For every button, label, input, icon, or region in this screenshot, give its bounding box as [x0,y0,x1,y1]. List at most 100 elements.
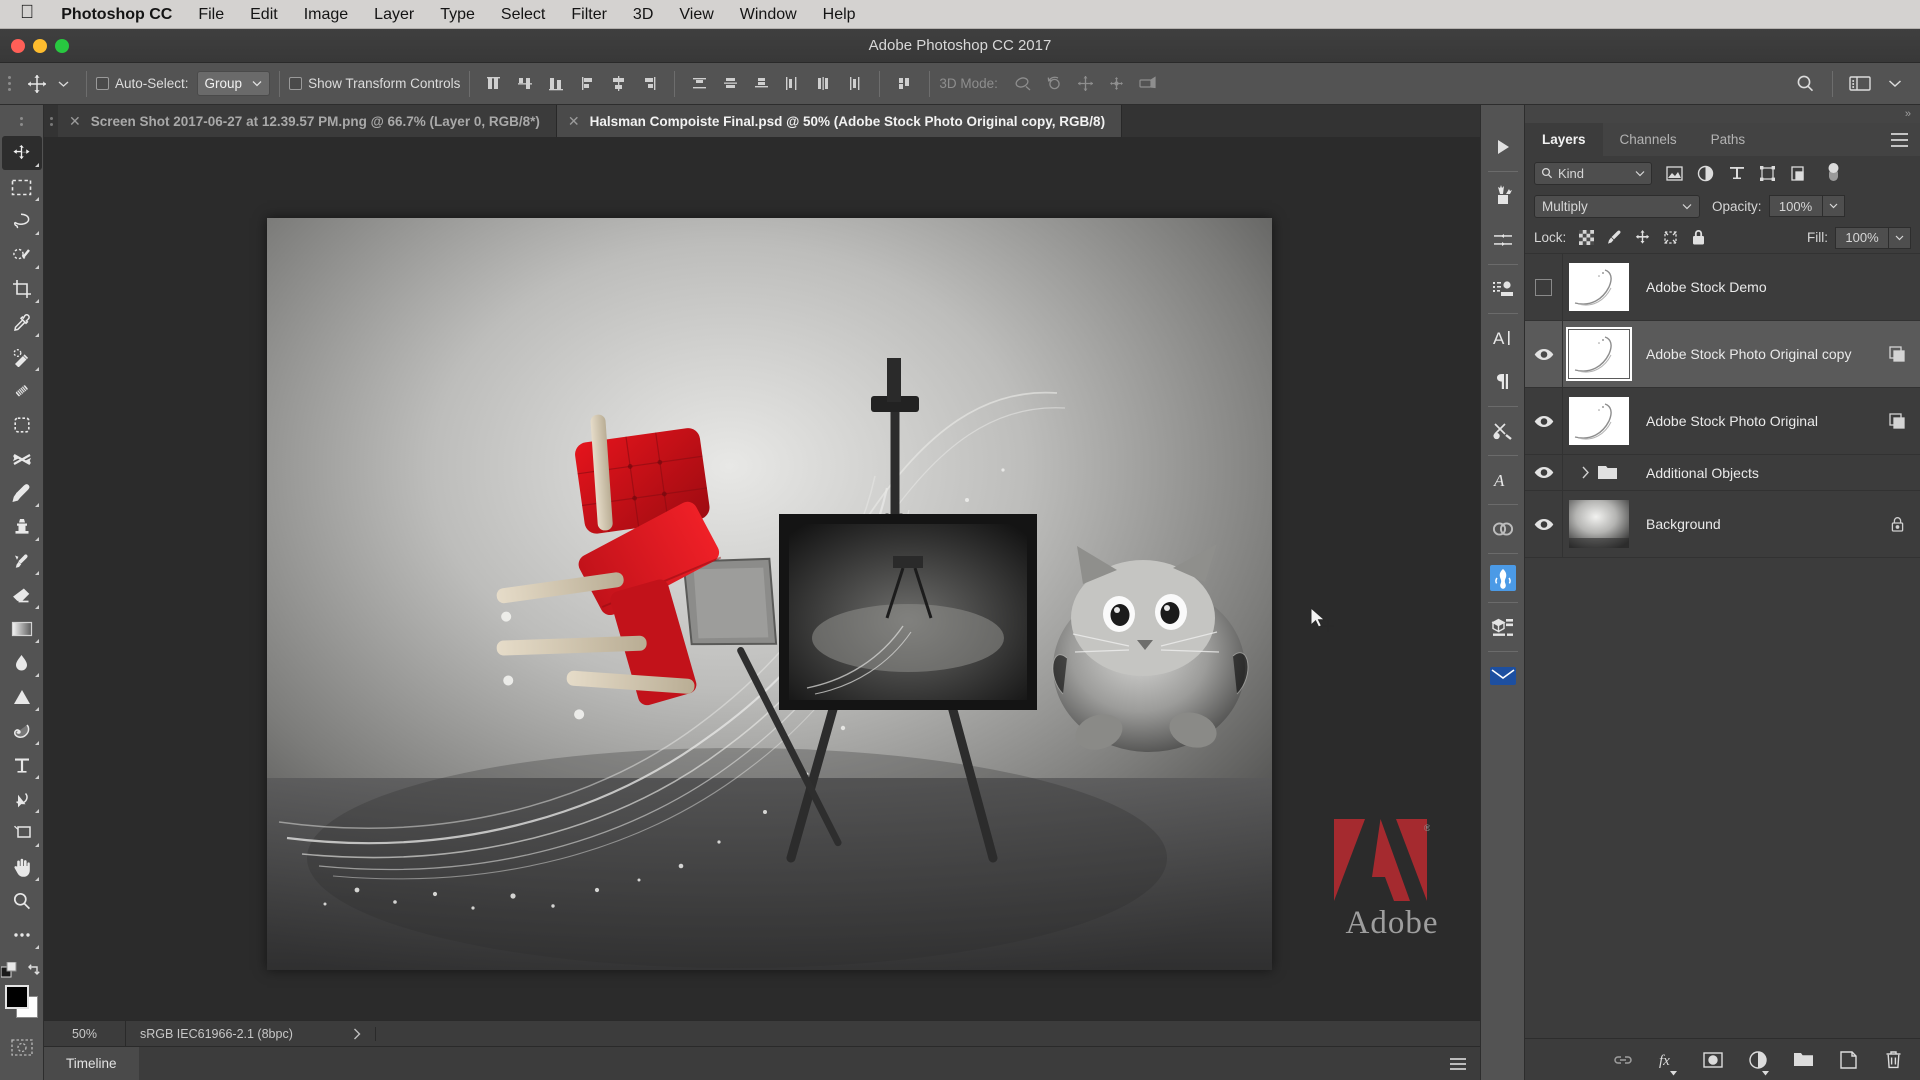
glyphs-panel-icon[interactable]: A [1481,458,1525,502]
zoom-tool[interactable] [2,884,42,918]
lock-transparent-pixels-icon[interactable] [1572,225,1600,251]
show-transform-controls-checkbox[interactable] [289,77,303,90]
chevron-right-icon[interactable] [1581,466,1590,479]
menu-item-layer[interactable]: Layer [361,0,427,29]
layer-filter-kind-dropdown[interactable]: Kind [1534,161,1652,185]
filter-smart-objects-icon[interactable] [1783,160,1814,186]
group-disclosure-cell[interactable] [1563,463,1635,482]
align-more-options-icon[interactable] [889,69,920,99]
swap-colors-icon[interactable] [27,963,42,977]
orbit-3d-icon[interactable] [1008,69,1039,99]
layer-thumbnail-cell[interactable] [1563,500,1635,548]
layer-visibility-toggle[interactable] [1525,321,1563,387]
distribute-horizontal-centers-icon[interactable] [808,69,839,99]
tool-preset-chevron-icon[interactable] [58,80,69,88]
tab-channels[interactable]: Channels [1603,123,1694,156]
align-vertical-centers-icon[interactable] [603,69,634,99]
collapse-to-icons-icon[interactable]: » [1525,105,1920,123]
tools-panel-grip[interactable] [16,108,27,134]
link-layers-button[interactable] [1612,1047,1634,1073]
character-panel-icon[interactable]: A [1481,316,1525,360]
filter-toggle-icon[interactable] [1818,160,1849,186]
layer-visibility-toggle[interactable] [1525,254,1563,320]
layer-row-adobe-stock-photo-original-copy[interactable]: Adobe Stock Photo Original copy [1525,321,1920,388]
opacity-chevron-down-icon[interactable] [1822,195,1845,217]
distribute-top-edges-icon[interactable] [684,69,715,99]
lock-image-pixels-icon[interactable] [1600,225,1628,251]
quick-mask-mode-icon[interactable] [2,1030,42,1064]
new-adjustment-layer-button[interactable] [1747,1047,1769,1075]
menu-item-select[interactable]: Select [488,0,558,29]
layer-row-adobe-stock-photo-original[interactable]: Adobe Stock Photo Original [1525,388,1920,455]
menu-item-image[interactable]: Image [291,0,361,29]
layer-thumbnail-cell[interactable] [1563,263,1635,311]
layer-row-background[interactable]: Background [1525,491,1920,558]
menu-item-type[interactable]: Type [427,0,488,29]
slide-3d-icon[interactable] [1101,69,1132,99]
filter-pixel-layers-icon[interactable] [1659,160,1690,186]
color-profile-field[interactable]: sRGB IEC61966-2.1 (8bpc) [126,1026,376,1041]
crop-tool[interactable] [2,272,42,306]
layer-row-adobe-stock-demo[interactable]: Adobe Stock Demo [1525,254,1920,321]
tab-bar-grip[interactable] [44,105,58,137]
blend-mode-dropdown[interactable]: Multiply [1534,194,1700,218]
quick-selection-tool[interactable] [2,238,42,272]
layer-visibility-toggle[interactable] [1525,491,1563,557]
chevron-right-icon[interactable] [353,1028,361,1040]
lock-position-icon[interactable] [1628,225,1656,251]
fill-value[interactable]: 100% [1835,226,1889,249]
content-aware-move-tool[interactable] [2,442,42,476]
menu-item-file[interactable]: File [185,0,237,29]
close-icon[interactable]: ✕ [568,113,580,130]
canvas-viewport[interactable]: ® Adobe [44,137,1480,1020]
tab-layers[interactable]: Layers [1525,123,1603,156]
filter-shape-layers-icon[interactable] [1752,160,1783,186]
clone-source-icon[interactable] [1481,267,1525,311]
eyedropper-tool[interactable] [2,306,42,340]
search-icon[interactable] [1790,69,1821,99]
lock-artboard-nesting-icon[interactable] [1656,225,1684,251]
document-tab-screenshot[interactable]: ✕ Screen Shot 2017-06-27 at 12.39.57 PM.… [58,105,557,137]
auto-select-scope-dropdown[interactable]: Group [196,71,271,96]
artboard[interactable] [267,218,1272,970]
apple-logo-icon[interactable]:  [12,3,48,25]
history-brush-tool[interactable] [2,544,42,578]
color-swatches[interactable] [0,982,44,1026]
tool-preset-picker[interactable] [15,70,77,98]
layer-thumbnail-cell[interactable] [1563,327,1635,381]
gradient-tool[interactable] [2,612,42,646]
creative-cloud-libraries-icon[interactable] [1481,507,1525,551]
3d-panel-icon[interactable] [1481,605,1525,649]
patch-tool[interactable] [2,408,42,442]
align-bottom-edges-icon[interactable] [634,69,665,99]
layers-list[interactable]: Adobe Stock Demo Adobe Stock Photo Origi… [1525,254,1920,1038]
rectangle-shape-tool[interactable] [2,816,42,850]
eraser-tool[interactable] [2,578,42,612]
blur-tool[interactable] [2,646,42,680]
lock-all-icon[interactable] [1684,225,1712,251]
layer-thumbnail-cell[interactable] [1563,397,1635,445]
move-tool[interactable] [1,136,42,170]
add-layer-mask-button[interactable] [1702,1047,1724,1073]
fill-chevron-down-icon[interactable] [1889,226,1911,249]
brush-settings-icon[interactable] [1481,218,1525,262]
close-icon[interactable]: ✕ [69,113,81,130]
adobe-stock-icon[interactable] [1481,556,1525,600]
healing-brush-tool[interactable] [2,374,42,408]
align-left-edges-icon[interactable] [479,69,510,99]
align-horizontal-centers-icon[interactable] [510,69,541,99]
default-colors-icon[interactable] [1,962,17,978]
menu-item-3d[interactable]: 3D [620,0,666,29]
tab-timeline[interactable]: Timeline [44,1046,139,1080]
menu-item-view[interactable]: View [666,0,726,29]
rectangular-marquee-tool[interactable] [2,170,42,204]
workspace-switcher-icon[interactable] [1844,69,1875,99]
distribute-vertical-centers-icon[interactable] [715,69,746,99]
workspace-chevron-down-icon[interactable] [1879,69,1910,99]
spot-healing-brush-tool[interactable] [2,340,42,374]
opacity-value[interactable]: 100% [1768,195,1823,217]
distribute-left-edges-icon[interactable] [777,69,808,99]
delete-layer-button[interactable] [1882,1047,1904,1073]
brush-presets-icon[interactable] [1481,174,1525,218]
zoom-level-field[interactable]: 50% [44,1020,126,1047]
